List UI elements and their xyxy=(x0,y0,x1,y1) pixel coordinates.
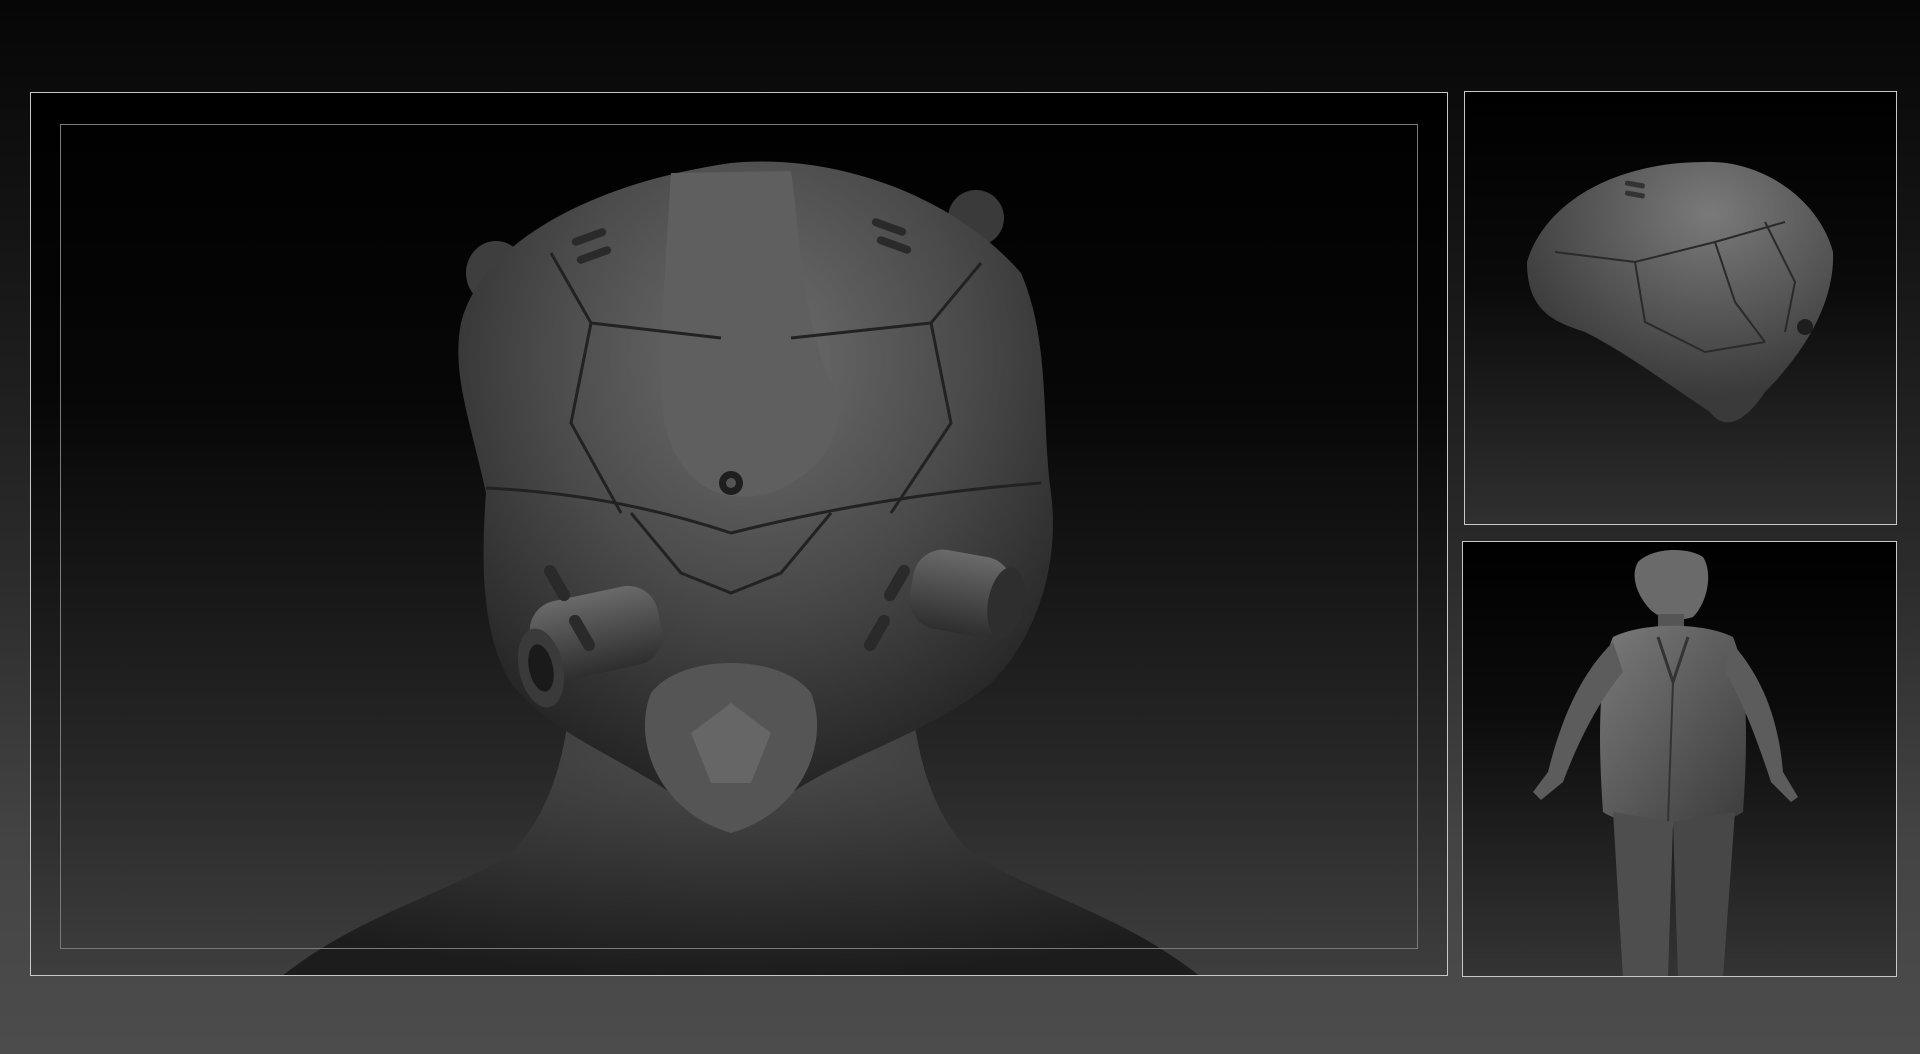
helmet-angle-panel xyxy=(1464,91,1897,525)
main-viewport-panel xyxy=(30,92,1448,976)
helmet-front-render xyxy=(283,161,1199,975)
character-figure-render xyxy=(1533,550,1798,976)
full-figure-panel xyxy=(1462,541,1897,977)
helmet-side-render xyxy=(1527,161,1834,423)
